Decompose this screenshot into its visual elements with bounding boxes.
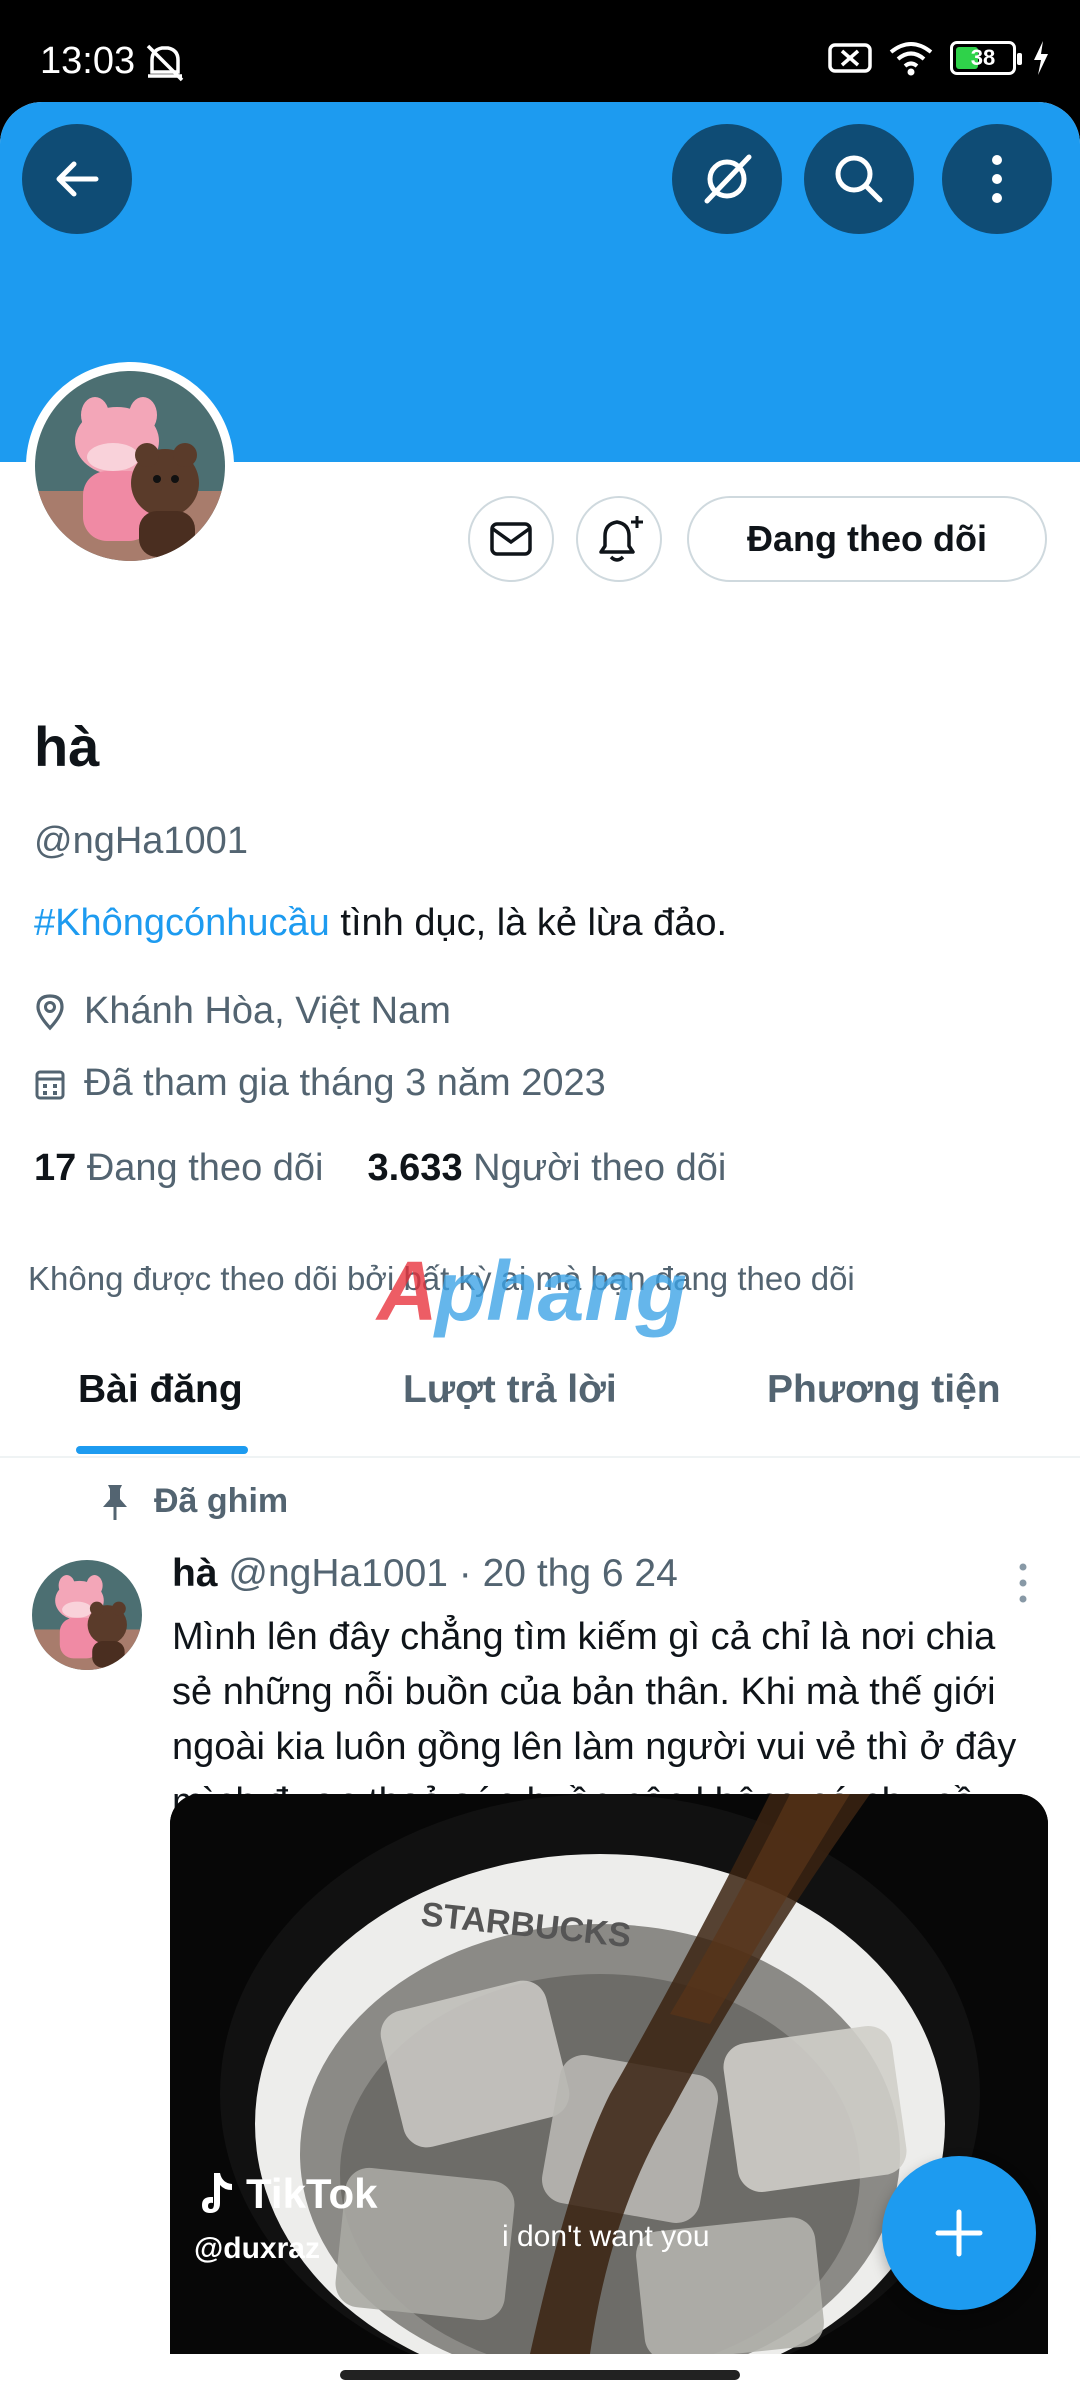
pinned-label: Đã ghim [154,1482,289,1520]
location-text: Khánh Hòa, Việt Nam [84,990,451,1032]
bell-plus-icon [599,516,643,562]
bio-text: tình dục, là kẻ lừa đảo. [329,902,728,944]
plus-icon [935,2209,983,2257]
followers-label: Người theo dõi [473,1147,727,1189]
tab-media[interactable]: Phương tiện [767,1368,1001,1412]
battery-level: 38 [970,45,996,70]
search-icon [835,155,883,203]
following-button[interactable]: Đang theo dõi [687,496,1047,582]
tweet-more-icon[interactable] [1016,1562,1030,1604]
following-stat[interactable]: 17 Đang theo dõi [34,1147,323,1190]
location-pin-icon [36,993,64,1030]
following-label: Đang theo dõi [86,1147,324,1189]
status-bar: 13:03 38 [0,0,1080,110]
status-time: 13:03 [40,40,136,82]
followers-count: 3.633 [367,1147,463,1189]
tab-replies[interactable]: Lượt trả lời [403,1368,617,1412]
followers-stat[interactable]: 3.633 Người theo dõi [367,1147,726,1190]
joined-row: Đã tham gia tháng 3 năm 2023 [34,1062,606,1105]
notify-button[interactable] [576,496,662,582]
profile-avatar[interactable] [26,362,234,570]
pink-panther-avatar [32,1560,142,1670]
tiktok-brand: TikTok [246,2170,378,2217]
joined-text: Đã tham gia tháng 3 năm 2023 [84,1062,606,1104]
no-sim-icon [828,43,872,73]
tweet-author-name[interactable]: hà [172,1552,218,1595]
profile-handle: @ngHa1001 [34,820,248,862]
grok-button[interactable] [672,124,782,234]
more-vertical-icon [992,155,1002,203]
bio-hashtag-link[interactable]: #Khôngcónhucầu [34,902,330,944]
aphang-watermark: A phang [375,1250,687,1338]
profile-bio: #Khôngcónhucầu tình dục, là kẻ lừa đảo. [34,902,727,945]
tiktok-note-icon [202,2173,232,2213]
svg-text:phang: phang [433,1250,687,1338]
tab-posts[interactable]: Bài đăng [78,1368,243,1412]
pinned-indicator: Đã ghim [100,1482,288,1521]
active-tab-indicator [76,1446,248,1454]
profile-screen: Đang theo dõi hà @ngHa1001 #Khôngcónhucầ… [0,102,1080,2400]
svg-text:A: A [375,1250,438,1338]
tweet-author-handle[interactable]: @ngHa1001 [228,1552,448,1595]
pink-panther-avatar [35,371,225,561]
tweet-header: hà @ngHa1001 · 20 thg 6 24 [172,1552,678,1596]
message-button[interactable] [468,496,554,582]
more-button[interactable] [942,124,1052,234]
pin-icon [103,1484,127,1520]
search-button[interactable] [804,124,914,234]
slash-circle-icon [704,154,752,204]
charging-icon [1034,41,1048,75]
battery-icon: 38 [950,41,1022,75]
home-indicator[interactable] [340,2370,740,2380]
tweet-author-avatar[interactable] [32,1560,142,1670]
arrow-left-icon [56,161,99,197]
tweet-date: · 20 thg 6 24 [458,1552,678,1595]
vibrate-off-icon [146,44,184,82]
calendar-icon [35,1070,65,1099]
location-row: Khánh Hòa, Việt Nam [34,990,451,1033]
back-button[interactable] [22,124,132,234]
envelope-icon [490,522,532,556]
compose-button[interactable] [882,2156,1036,2310]
profile-tabs: Bài đăng Lượt trả lời Phương tiện [0,1330,1080,1458]
wifi-icon [889,42,933,76]
follow-stats: 17 Đang theo dõi 3.633 Người theo dõi [34,1147,726,1190]
display-name: hà [34,715,100,778]
following-count: 17 [34,1147,77,1189]
tiktok-username: @duxraz [194,2232,320,2265]
tiktok-logo: TikTok [198,2170,377,2218]
video-caption: i don't want you [502,2220,710,2253]
